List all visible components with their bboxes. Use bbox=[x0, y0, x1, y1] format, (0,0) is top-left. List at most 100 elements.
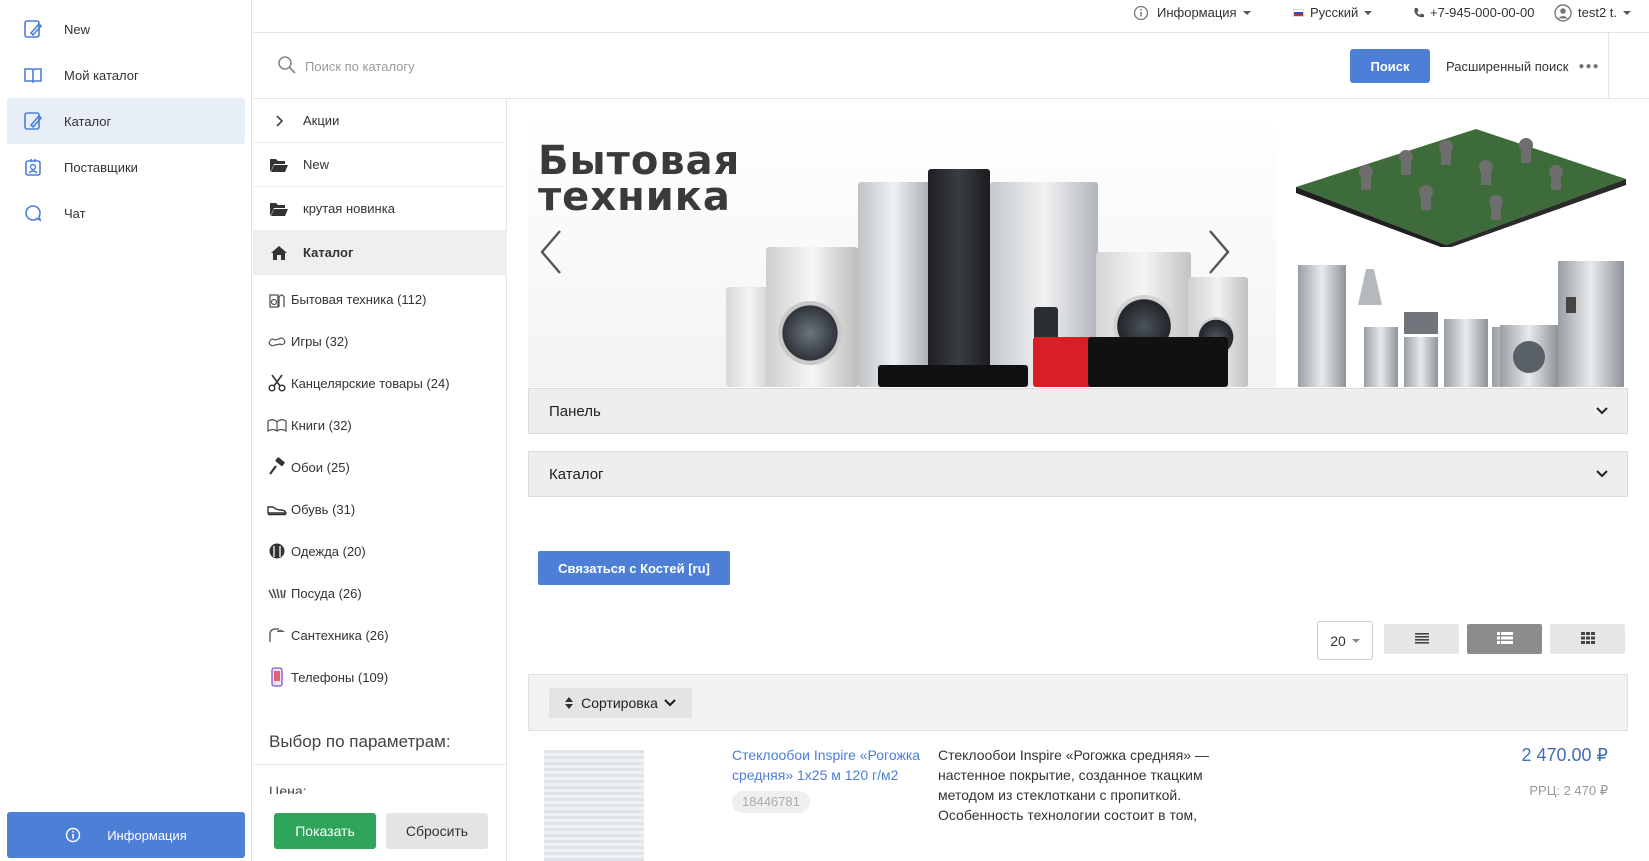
category-appliances[interactable]: Бытовая техника (112) bbox=[253, 277, 507, 321]
paint-roller-icon bbox=[267, 457, 287, 477]
category-label: Канцелярские товары (24) bbox=[291, 375, 450, 391]
category-clothes[interactable]: Одежда (20) bbox=[253, 529, 507, 573]
miniatures-illustration bbox=[1296, 129, 1626, 247]
reset-button[interactable]: Сбросить bbox=[386, 813, 488, 849]
nav-item-chat[interactable]: Чат bbox=[7, 190, 245, 236]
folder-open-icon bbox=[269, 157, 289, 173]
top-bar: Информация Русский +7-945-000-00-00 test… bbox=[253, 0, 1649, 33]
phone-link[interactable]: +7-945-000-00-00 bbox=[1413, 0, 1534, 25]
side-banner-games[interactable] bbox=[1296, 117, 1626, 247]
view-list-button[interactable] bbox=[1467, 624, 1542, 654]
chevron-down-icon bbox=[1595, 467, 1609, 485]
nav-item-catalog[interactable]: Каталог bbox=[7, 98, 245, 144]
chevron-right-icon bbox=[269, 114, 289, 127]
carousel-prev-icon[interactable] bbox=[536, 227, 566, 277]
side-banner-appliances[interactable] bbox=[1296, 257, 1626, 387]
category-label: Посуда (26) bbox=[291, 585, 362, 601]
category-row-label: New bbox=[303, 157, 330, 172]
chevron-down-icon bbox=[1595, 404, 1609, 422]
show-button[interactable]: Показать bbox=[274, 813, 376, 849]
category-label: Книги (32) bbox=[291, 417, 352, 433]
product-rrp: РРЦ: 2 470 ₽ bbox=[1529, 783, 1608, 798]
shoe-icon bbox=[267, 499, 287, 519]
price-filter-label: Цена: bbox=[269, 783, 307, 794]
category-dishes[interactable]: Посуда (26) bbox=[253, 571, 507, 615]
caret-down-icon bbox=[1623, 10, 1632, 15]
divider bbox=[1608, 33, 1609, 99]
category-label: Одежда (20) bbox=[291, 543, 366, 559]
search-icon bbox=[277, 55, 297, 78]
view-grid-button[interactable] bbox=[1550, 624, 1625, 654]
category-row-label: Каталог bbox=[303, 245, 354, 260]
search-input[interactable] bbox=[305, 51, 1205, 81]
nav-item-label: Поставщики bbox=[64, 159, 138, 175]
per-page-select[interactable]: 20 bbox=[1317, 621, 1373, 660]
product-title-link[interactable]: Стеклообои Inspire «Рогожка средняя» 1х2… bbox=[732, 745, 932, 785]
category-wallpaper[interactable]: Обои (25) bbox=[253, 445, 507, 489]
more-dots-icon: ●●● bbox=[1578, 60, 1600, 72]
category-row-catalog[interactable]: Каталог bbox=[253, 231, 507, 275]
product-price: 2 470.00 ₽ bbox=[1521, 745, 1608, 765]
advanced-search-link[interactable]: Расширенный поиск ●●● bbox=[1446, 49, 1600, 83]
nav-item-new[interactable]: New bbox=[7, 6, 245, 52]
list-header: Сортировка bbox=[528, 674, 1628, 731]
language-label: Русский bbox=[1310, 5, 1359, 20]
category-row-label: крутая новинка bbox=[303, 201, 395, 216]
carousel-next-icon[interactable] bbox=[1204, 227, 1234, 277]
user-menu[interactable]: test2 t. bbox=[1554, 0, 1632, 25]
info-button-label: Информация bbox=[107, 827, 187, 843]
contact-button[interactable]: Связаться с Костей [ru] bbox=[538, 551, 730, 585]
nav-item-label: Чат bbox=[64, 205, 86, 221]
info-circle-icon bbox=[1133, 5, 1149, 21]
sort-label: Сортировка bbox=[581, 695, 658, 711]
category-row-cool-new[interactable]: крутая новинка bbox=[253, 187, 507, 231]
accordion-label: Панель bbox=[549, 402, 601, 420]
catalog-edit-icon bbox=[22, 110, 44, 132]
appliances-row-illustration bbox=[1298, 261, 1624, 387]
language-dropdown[interactable]: Русский bbox=[1293, 0, 1373, 25]
phone-device-icon bbox=[267, 667, 287, 687]
category-books[interactable]: Книги (32) bbox=[253, 403, 507, 447]
chat-icon bbox=[22, 202, 44, 224]
banner-title: Бытовая техника bbox=[538, 138, 741, 220]
category-row-label: Акции bbox=[303, 113, 340, 128]
category-stationery[interactable]: Канцелярские товары (24) bbox=[253, 361, 507, 405]
category-plumbing[interactable]: Сантехника (26) bbox=[253, 613, 507, 657]
nav-item-label: Каталог bbox=[64, 113, 112, 129]
category-phones[interactable]: Телефоны (109) bbox=[253, 655, 507, 699]
search-bar: Поиск Расширенный поиск ●●● bbox=[253, 33, 1649, 99]
left-navigation: New Мой каталог Каталог Поставщики Чат И… bbox=[0, 0, 252, 861]
category-row-promotions[interactable]: Акции bbox=[253, 99, 507, 143]
search-button[interactable]: Поиск bbox=[1350, 49, 1430, 83]
panel-accordion[interactable]: Панель bbox=[528, 388, 1628, 434]
nav-item-label: Мой каталог bbox=[64, 67, 139, 83]
catalog-accordion[interactable]: Каталог bbox=[528, 451, 1628, 497]
list-lines-icon bbox=[1414, 632, 1429, 647]
info-dropdown[interactable]: Информация bbox=[1133, 0, 1251, 25]
category-games[interactable]: Игры (32) bbox=[253, 319, 507, 363]
phone-number: +7-945-000-00-00 bbox=[1430, 5, 1535, 20]
category-label: Обувь (31) bbox=[291, 501, 356, 517]
caret-down-icon bbox=[1364, 10, 1373, 15]
appliance-icon bbox=[267, 289, 287, 309]
user-name: test2 t. bbox=[1578, 5, 1618, 20]
catalog-edit-icon bbox=[22, 18, 44, 40]
per-page-value: 20 bbox=[1330, 632, 1346, 649]
nav-item-my-catalog[interactable]: Мой каталог bbox=[7, 52, 245, 98]
book-icon bbox=[22, 64, 44, 86]
promo-carousel[interactable]: Бытовая техника bbox=[528, 117, 1276, 387]
info-button[interactable]: Информация bbox=[7, 812, 245, 858]
category-shoes[interactable]: Обувь (31) bbox=[253, 487, 507, 531]
nav-item-suppliers[interactable]: Поставщики bbox=[7, 144, 245, 190]
accordion-label: Каталог bbox=[549, 465, 604, 483]
category-label: Обои (25) bbox=[291, 459, 350, 475]
product-image[interactable] bbox=[544, 750, 644, 861]
category-row-new[interactable]: New bbox=[253, 143, 507, 187]
info-icon bbox=[65, 827, 81, 843]
sort-button[interactable]: Сортировка bbox=[549, 688, 692, 718]
view-compact-list-button[interactable] bbox=[1384, 624, 1459, 654]
main-content: Бытовая техника Панель Каталог Связаться… bbox=[508, 99, 1649, 861]
supplier-badge-icon bbox=[22, 156, 44, 178]
games-icon bbox=[267, 331, 287, 351]
sort-icon bbox=[565, 697, 574, 709]
